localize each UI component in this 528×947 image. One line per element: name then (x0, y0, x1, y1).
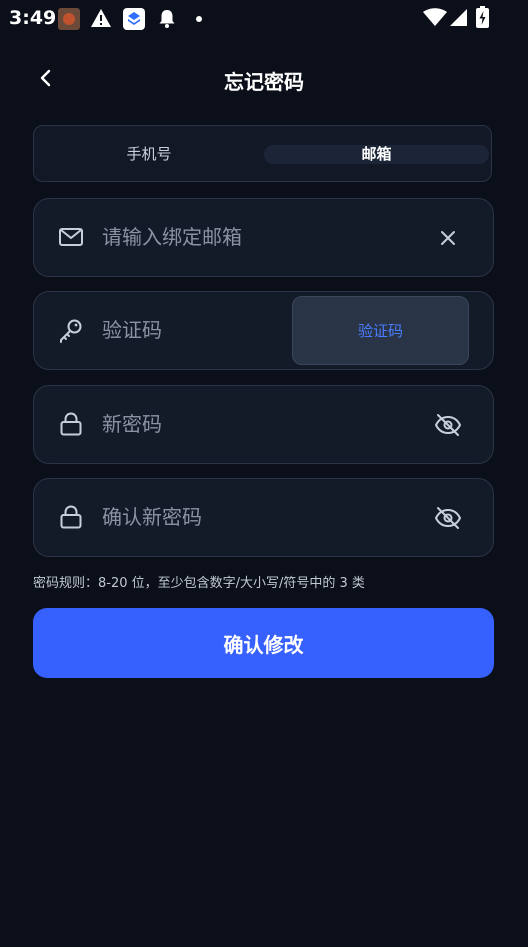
tab-phone[interactable]: 手机号 (34, 126, 264, 181)
app-notification-icon (58, 8, 80, 30)
clear-email-button[interactable] (433, 223, 463, 253)
tab-email[interactable]: 邮箱 (264, 126, 489, 181)
app-layers-icon (123, 8, 145, 30)
dot-icon (196, 16, 202, 22)
confirm-change-button[interactable]: 确认修改 (33, 608, 494, 678)
verification-code-field: 验证码 (33, 291, 494, 370)
password-rule-hint: 密码规则：8-20 位，至少包含数字/大小写/符号中的 3 类 (33, 576, 365, 591)
confirm-password-input[interactable] (102, 499, 402, 535)
send-code-button[interactable]: 验证码 (292, 296, 469, 365)
eye-off-icon (434, 414, 462, 436)
signal-icon (450, 9, 467, 26)
verification-code-input[interactable] (102, 312, 302, 348)
status-bar: 3:49 (0, 0, 528, 36)
clear-icon (441, 231, 455, 245)
toggle-new-password-visibility[interactable] (433, 410, 463, 440)
email-input[interactable] (102, 219, 402, 255)
mail-icon (59, 228, 83, 246)
bell-icon (159, 10, 175, 28)
battery-charging-icon (476, 6, 489, 28)
eye-off-icon (434, 507, 462, 529)
header: 忘记密码 (0, 56, 528, 102)
lock-icon (60, 412, 82, 436)
page-title: 忘记密码 (224, 70, 304, 94)
new-password-field (33, 385, 494, 464)
new-password-input[interactable] (102, 406, 402, 442)
confirm-password-field (33, 478, 494, 557)
toggle-confirm-password-visibility[interactable] (433, 503, 463, 533)
lock-icon (60, 505, 82, 529)
email-field (33, 198, 494, 277)
tab-switcher: 手机号 邮箱 (33, 125, 492, 182)
key-icon (60, 319, 82, 343)
wifi-icon (423, 8, 447, 26)
warning-icon (91, 9, 111, 27)
status-time: 3:49 (9, 7, 57, 29)
